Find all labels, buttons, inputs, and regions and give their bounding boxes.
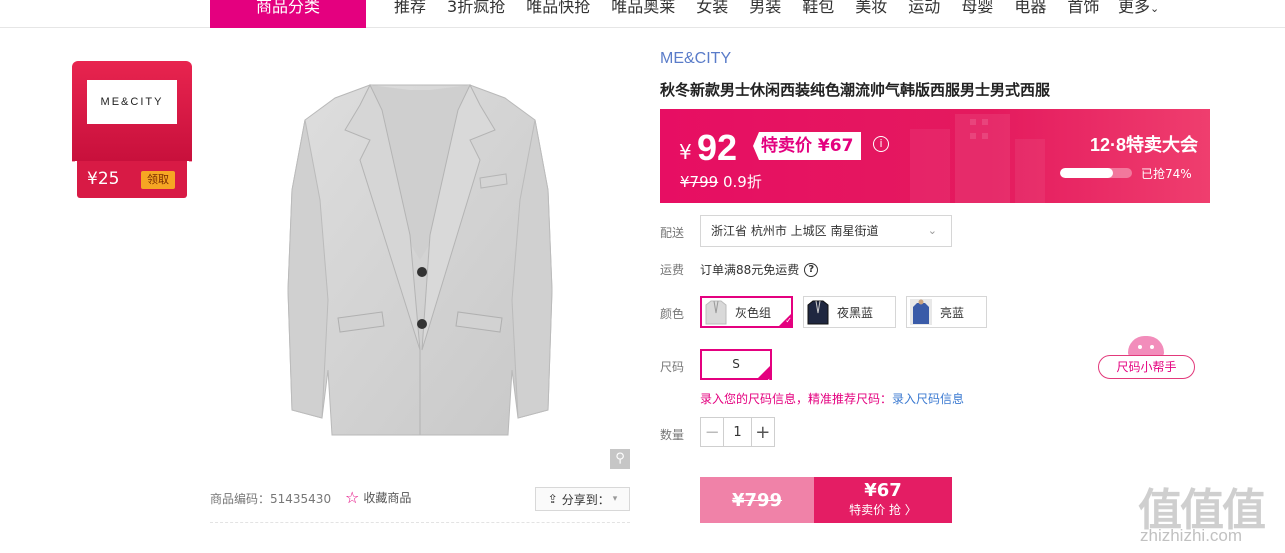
nav-item-quick-buy[interactable]: 唯品快抢 — [526, 0, 590, 20]
nav-item-men[interactable]: 男装 — [749, 0, 781, 20]
sold-percent: 已抢74% — [1141, 167, 1192, 181]
size-info-link[interactable]: 录入尺码信息 — [892, 392, 964, 406]
category-button[interactable]: 商品分类 — [210, 0, 366, 28]
nav-item-outlet[interactable]: 唯品奥莱 — [611, 0, 675, 20]
buy-now-button[interactable]: ¥67 特卖价 抢 〉 — [814, 477, 952, 523]
brand-logo: ME&CITY — [87, 80, 177, 124]
shipping-label: 运费 — [660, 263, 685, 277]
chevron-down-icon: ▾ — [612, 494, 618, 504]
increase-button[interactable]: + — [750, 418, 774, 446]
gray-blazer-thumb — [705, 300, 727, 325]
nav-item-sports[interactable]: 运动 — [908, 0, 940, 20]
nav-item-beauty[interactable]: 美妆 — [855, 0, 887, 20]
divider — [210, 522, 630, 523]
sold-progress-fill — [1060, 168, 1114, 178]
nav-item-women[interactable]: 女装 — [696, 0, 728, 20]
price-value: 92 — [697, 127, 738, 168]
size-option-s[interactable]: S — [700, 349, 772, 395]
selected-check-icon — [757, 365, 771, 395]
size-option-label: S — [732, 357, 740, 371]
delivery-label: 配送 — [660, 226, 685, 240]
coupon-footer: ¥25 领取 — [77, 161, 187, 198]
brand-name[interactable]: ME&CITY — [660, 50, 731, 68]
sold-progress-bar — [1060, 168, 1132, 178]
address-selector[interactable]: 浙江省 杭州市 上城区 南星街道 ⌄ — [700, 215, 952, 247]
nav-item-appliances[interactable]: 电器 — [1014, 0, 1046, 20]
favorite-button[interactable]: ☆ 收藏商品 — [345, 488, 411, 507]
original-price-line: ¥799 0.9折 — [680, 171, 762, 192]
color-option-gray[interactable]: 灰色组 — [700, 296, 793, 328]
favorite-label: 收藏商品 — [363, 491, 412, 505]
nav-item-flash-30[interactable]: 3折疯抢 — [447, 0, 505, 20]
decrease-button[interactable]: − — [701, 418, 725, 446]
chevron-down-icon: ⌄ — [927, 224, 937, 237]
selected-check-icon — [778, 313, 792, 327]
watermark-url: zhizhizhi.com — [1140, 526, 1243, 545]
special-price-tag: 特卖价 ¥67 — [753, 132, 862, 160]
nav-item-jewelry[interactable]: 首饰 — [1067, 0, 1099, 20]
shipping-info: 订单满88元免运费 ? — [700, 261, 819, 278]
discount-rate: 0.9折 — [722, 173, 762, 191]
nav-menu: 推荐 3折疯抢 唯品快抢 唯品奥莱 女装 男装 鞋包 美妆 运动 母婴 电器 首… — [394, 0, 1120, 20]
info-icon[interactable]: i — [873, 136, 889, 152]
address-value: 浙江省 杭州市 上城区 南星街道 — [711, 224, 879, 238]
top-nav: 商品分类 推荐 3折疯抢 唯品快抢 唯品奥莱 女装 男装 鞋包 美妆 运动 母婴… — [0, 0, 1285, 28]
share-icon: ⇪ — [547, 492, 558, 506]
share-label: 分享到： — [561, 492, 610, 507]
nav-item-bags[interactable]: 鞋包 — [802, 0, 834, 20]
size-helper-button[interactable]: 尺码小帮手 — [1098, 355, 1195, 379]
help-icon[interactable]: ? — [804, 262, 819, 277]
buy-button-group: ¥799 ¥67 特卖价 抢 〉 — [700, 477, 952, 523]
coupon-amount: ¥25 — [87, 169, 120, 189]
quantity-label: 数量 — [660, 428, 685, 442]
blazer-illustration — [287, 83, 553, 436]
brand-coupon[interactable]: ME&CITY ¥25 领取 — [72, 61, 192, 198]
zoom-icon[interactable]: ⚲ — [610, 449, 630, 469]
price-currency: ¥ — [679, 140, 692, 164]
buy-label: 特卖价 抢 〉 — [849, 503, 917, 517]
share-button[interactable]: ⇪ 分享到： ▾ — [535, 487, 630, 511]
color-option-blue[interactable]: 亮蓝 — [906, 296, 987, 328]
price-banner: ¥ 92 特卖价 ¥67 i ¥799 0.9折 12·8特卖大会 已抢74% — [660, 109, 1210, 203]
color-option-navy[interactable]: 夜黑蓝 — [803, 296, 896, 328]
navy-blazer-thumb — [807, 300, 829, 325]
chevron-down-icon: ⌄ — [1150, 2, 1160, 15]
color-option-label: 灰色组 — [735, 305, 772, 320]
coupon-header: ME&CITY — [72, 61, 192, 161]
buy-price: ¥67 — [864, 480, 902, 501]
size-tip: 录入您的尺码信息，精准推荐尺码：录入尺码信息 — [700, 390, 964, 407]
color-option-label: 夜黑蓝 — [837, 305, 874, 320]
size-label: 尺码 — [660, 360, 685, 374]
quantity-stepper: − 1 + — [700, 417, 775, 447]
event-name: 12·8特卖大会 — [1090, 135, 1199, 155]
product-title: 秋冬新款男士休闲西装纯色潮流帅气韩版西服男士男式西服 — [660, 81, 1051, 99]
coupon-claim-button[interactable]: 领取 — [141, 171, 175, 189]
shipping-text: 订单满88元免运费 — [700, 263, 800, 277]
product-code: 商品编码：51435430 — [210, 492, 332, 506]
buy-original-price: ¥799 — [700, 477, 814, 523]
nav-more[interactable]: 更多⌄ — [1118, 0, 1159, 16]
nav-item-baby[interactable]: 母婴 — [961, 0, 993, 20]
color-label: 颜色 — [660, 307, 685, 321]
quantity-input[interactable]: 1 — [724, 418, 750, 446]
product-image[interactable] — [210, 50, 630, 470]
nav-item-recommend[interactable]: 推荐 — [394, 0, 426, 20]
blue-blazer-thumb — [910, 299, 932, 325]
original-price: ¥799 — [680, 173, 719, 191]
nav-more-label: 更多 — [1118, 0, 1151, 16]
size-tip-text: 录入您的尺码信息，精准推荐尺码： — [700, 392, 893, 406]
color-option-label: 亮蓝 — [940, 305, 965, 320]
star-icon: ☆ — [345, 488, 360, 507]
